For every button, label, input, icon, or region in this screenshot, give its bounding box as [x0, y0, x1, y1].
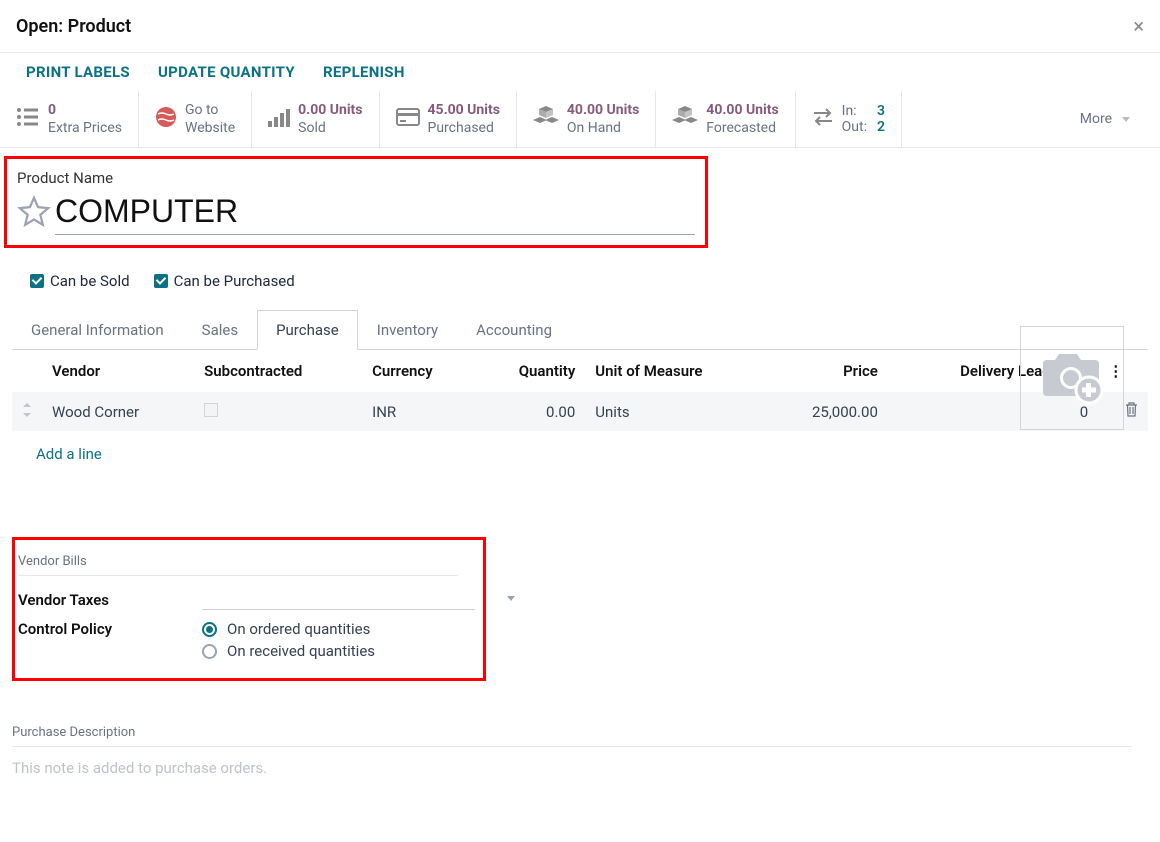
add-a-line-button[interactable]: Add a line	[12, 431, 1148, 477]
stat-buttons-row: 0 Extra Prices Go to Website 0.00 Units …	[0, 91, 1160, 148]
control-policy-label: Control Policy	[18, 620, 202, 638]
chevron-down-icon	[1122, 117, 1130, 122]
col-subcontracted[interactable]: Subcontracted	[194, 350, 362, 392]
transfer-icon	[812, 107, 834, 131]
drag-handle-icon[interactable]	[12, 392, 42, 431]
cell-vendor[interactable]: Wood Corner	[42, 392, 194, 431]
table-row[interactable]: Wood Corner INR 0.00 Units 25,000.00 0	[12, 392, 1148, 431]
boxes-icon	[672, 106, 698, 132]
radio-unchecked-icon	[202, 644, 217, 659]
col-quantity[interactable]: Quantity	[477, 350, 586, 392]
print-labels-button[interactable]: PRINT LABELS	[26, 63, 130, 81]
purchase-description-input[interactable]: This note is added to purchase orders.	[12, 759, 1148, 777]
vendor-bills-section: Vendor Bills Vendor Taxes Control Policy…	[12, 537, 486, 681]
can-be-purchased-checkbox[interactable]: Can be Purchased	[154, 272, 295, 290]
vendor-taxes-input[interactable]	[202, 590, 475, 610]
tab-bar: General Information Sales Purchase Inven…	[12, 310, 1148, 350]
extra-prices-stat[interactable]: 0 Extra Prices	[0, 91, 139, 147]
cell-uom[interactable]: Units	[585, 392, 766, 431]
policy-received-radio[interactable]: On received quantities	[202, 642, 475, 660]
purchased-stat[interactable]: 45.00 Units Purchased	[380, 91, 517, 147]
chevron-down-icon	[507, 596, 515, 601]
boxes-icon	[533, 106, 559, 132]
checkbox-checked-icon	[30, 274, 44, 288]
star-icon[interactable]	[17, 195, 51, 233]
col-vendor[interactable]: Vendor	[42, 350, 194, 392]
radio-checked-icon	[202, 622, 217, 637]
bars-icon	[268, 107, 290, 131]
sold-stat[interactable]: 0.00 Units Sold	[252, 91, 379, 147]
action-bar: PRINT LABELS UPDATE QUANTITY REPLENISH	[0, 53, 1160, 91]
replenish-button[interactable]: REPLENISH	[323, 63, 405, 81]
col-uom[interactable]: Unit of Measure	[585, 350, 766, 392]
tab-sales[interactable]: Sales	[183, 310, 257, 349]
in-out-stat[interactable]: In: 3 Out: 2	[796, 91, 902, 147]
product-name-section: Product Name	[4, 156, 708, 248]
product-name-label: Product Name	[17, 169, 695, 187]
checkbox-checked-icon	[154, 274, 168, 288]
tab-general-information[interactable]: General Information	[12, 310, 183, 349]
cell-currency[interactable]: INR	[362, 392, 476, 431]
list-icon	[16, 107, 40, 131]
on-hand-stat[interactable]: 40.00 Units On Hand	[517, 91, 656, 147]
close-icon[interactable]: ×	[1133, 14, 1144, 38]
more-stat-button[interactable]: More	[1040, 91, 1160, 147]
tab-inventory[interactable]: Inventory	[358, 310, 457, 349]
cell-quantity[interactable]: 0.00	[477, 392, 586, 431]
update-quantity-button[interactable]: UPDATE QUANTITY	[158, 63, 295, 81]
go-to-website-stat[interactable]: Go to Website	[139, 91, 252, 147]
vendors-table: Vendor Subcontracted Currency Quantity U…	[12, 350, 1148, 431]
policy-ordered-radio[interactable]: On ordered quantities	[202, 620, 370, 638]
globe-icon	[155, 106, 177, 132]
can-be-sold-checkbox[interactable]: Can be Sold	[30, 272, 130, 290]
purchase-description-section: Purchase Description This note is added …	[12, 725, 1148, 777]
product-image-placeholder[interactable]	[1020, 326, 1124, 430]
forecasted-stat[interactable]: 40.00 Units Forecasted	[656, 91, 795, 147]
card-icon	[396, 108, 420, 130]
modal-title: Open: Product	[16, 16, 131, 37]
col-currency[interactable]: Currency	[362, 350, 476, 392]
tab-accounting[interactable]: Accounting	[457, 310, 571, 349]
tab-purchase[interactable]: Purchase	[257, 310, 358, 350]
col-price[interactable]: Price	[766, 350, 888, 392]
cell-price[interactable]: 25,000.00	[766, 392, 888, 431]
cell-subcontracted[interactable]	[194, 392, 362, 431]
vendor-taxes-label: Vendor Taxes	[18, 591, 202, 609]
purchase-description-title: Purchase Description	[12, 725, 1148, 740]
product-name-input[interactable]	[55, 193, 695, 235]
vendor-bills-title: Vendor Bills	[18, 554, 475, 569]
